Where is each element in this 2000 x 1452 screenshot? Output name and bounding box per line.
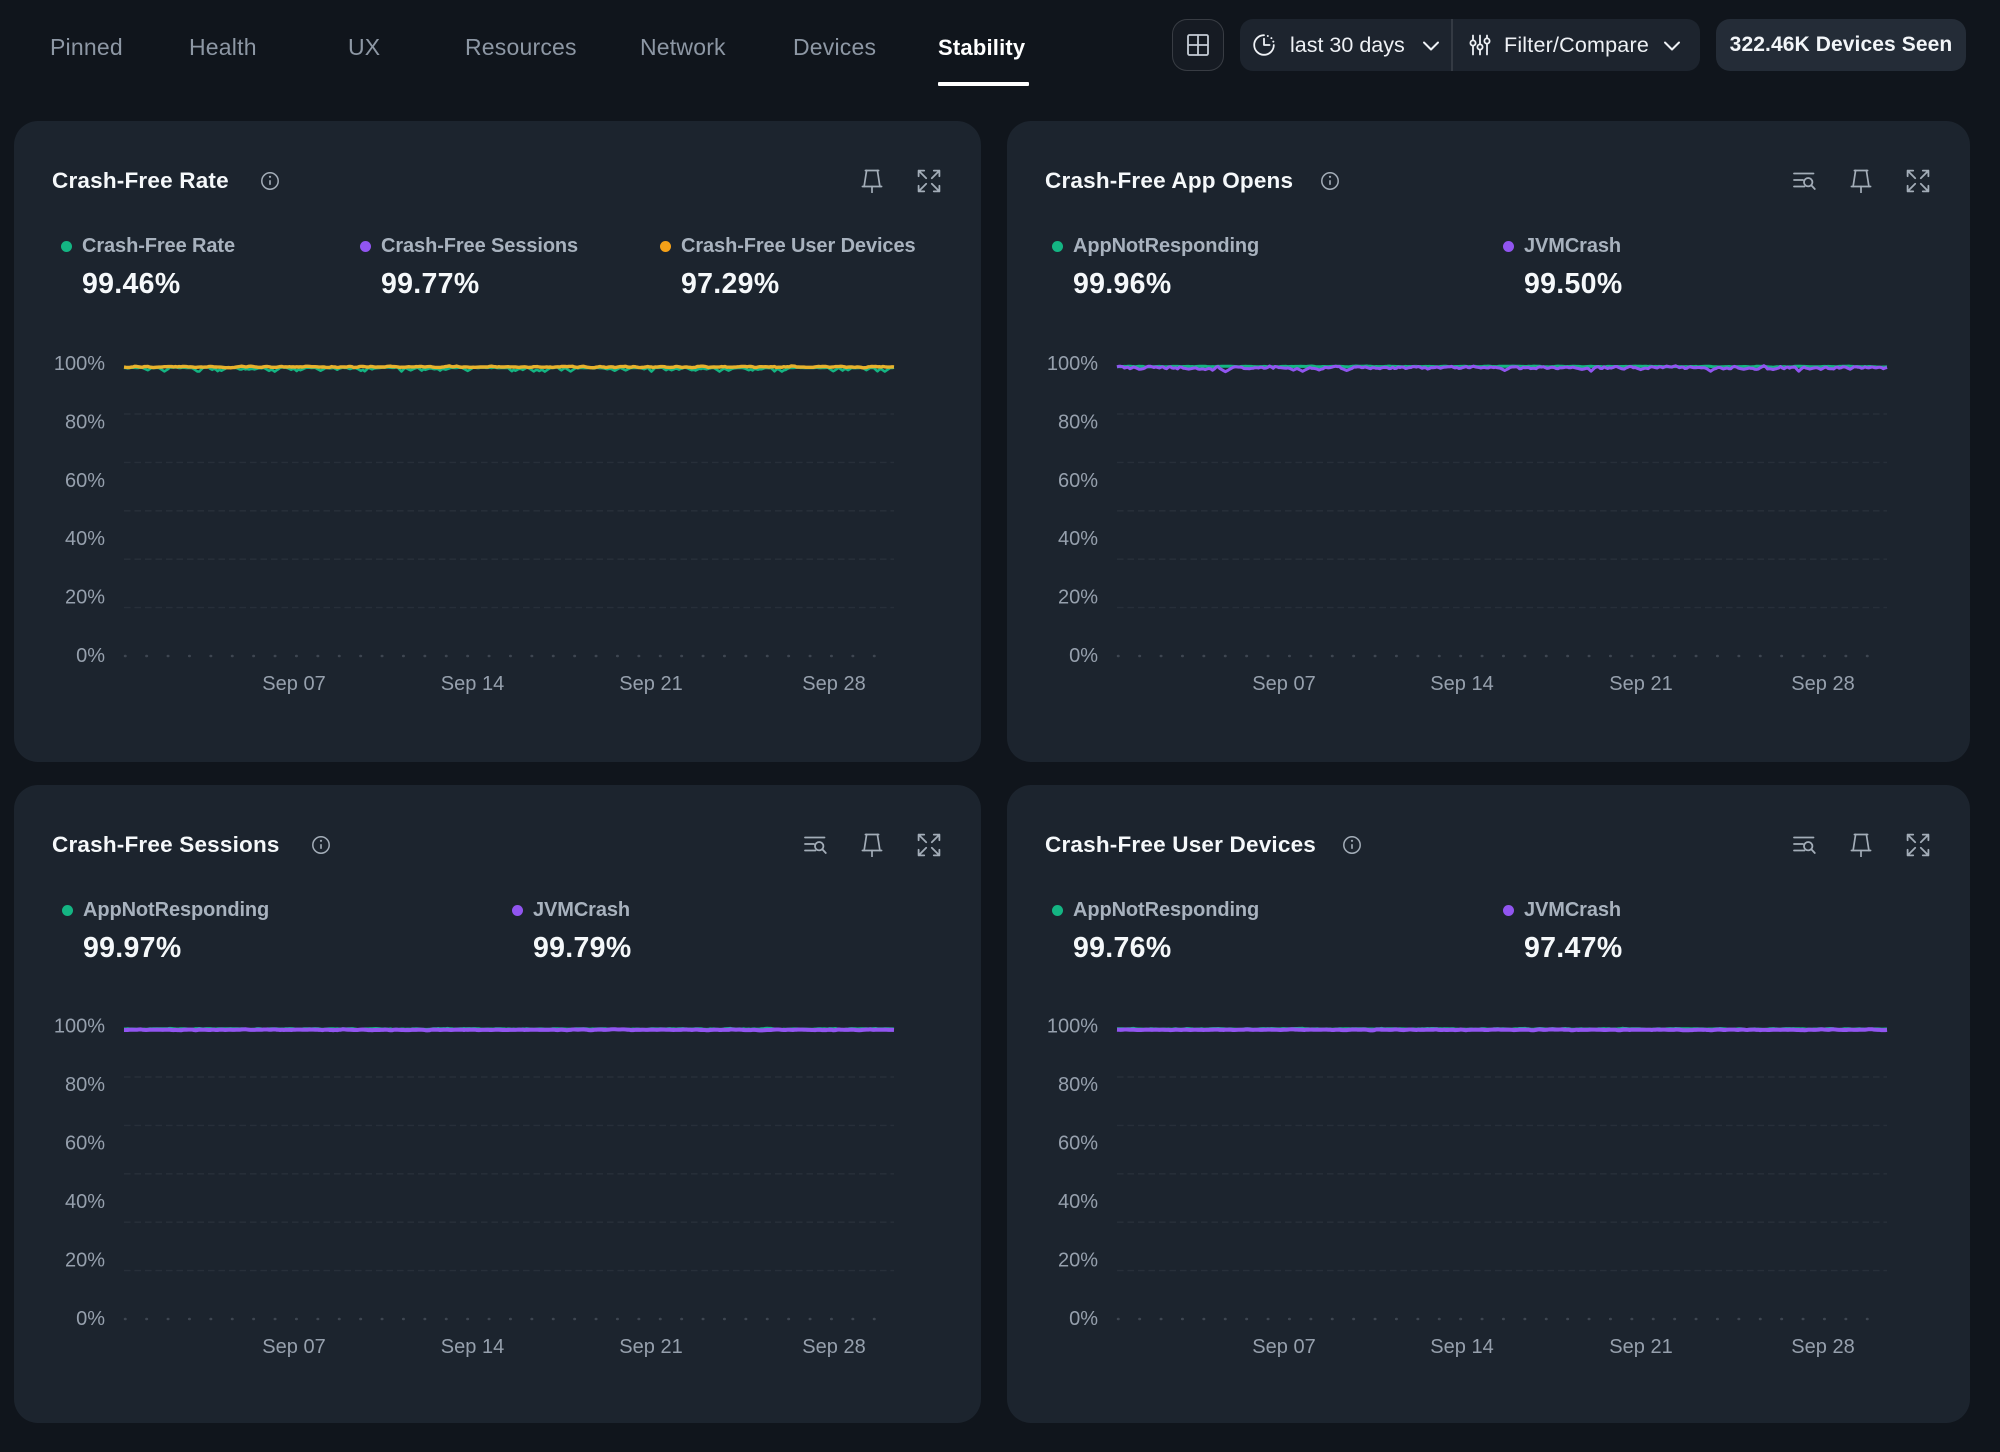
svg-text:Sep 28: Sep 28	[1791, 673, 1854, 695]
svg-text:80%: 80%	[1058, 411, 1098, 433]
svg-text:80%: 80%	[65, 1074, 105, 1096]
svg-text:60%: 60%	[1058, 1133, 1098, 1155]
svg-text:40%: 40%	[1058, 1191, 1098, 1213]
svg-text:Sep 28: Sep 28	[802, 673, 865, 695]
svg-text:Sep 14: Sep 14	[441, 1336, 504, 1358]
svg-text:Sep 28: Sep 28	[1791, 1336, 1854, 1358]
svg-text:0%: 0%	[76, 645, 105, 667]
svg-text:Sep 21: Sep 21	[1609, 1336, 1672, 1358]
svg-text:60%: 60%	[65, 1133, 105, 1155]
svg-text:Sep 21: Sep 21	[619, 1336, 682, 1358]
svg-text:Sep 21: Sep 21	[619, 673, 682, 695]
svg-text:Sep 07: Sep 07	[1252, 673, 1315, 695]
svg-text:Sep 28: Sep 28	[802, 1336, 865, 1358]
svg-text:100%: 100%	[1047, 353, 1098, 375]
svg-text:100%: 100%	[54, 1016, 105, 1038]
svg-text:Sep 14: Sep 14	[441, 673, 504, 695]
svg-text:100%: 100%	[1047, 1016, 1098, 1038]
svg-text:20%: 20%	[1058, 1250, 1098, 1272]
svg-text:Sep 07: Sep 07	[262, 673, 325, 695]
svg-text:40%: 40%	[1058, 528, 1098, 550]
svg-text:Sep 14: Sep 14	[1430, 1336, 1493, 1358]
svg-text:80%: 80%	[65, 411, 105, 433]
svg-text:20%: 20%	[65, 1250, 105, 1272]
svg-text:60%: 60%	[65, 470, 105, 492]
svg-text:40%: 40%	[65, 1191, 105, 1213]
svg-text:Sep 07: Sep 07	[262, 1336, 325, 1358]
svg-text:0%: 0%	[1069, 645, 1098, 667]
svg-text:20%: 20%	[1058, 587, 1098, 609]
svg-text:Sep 14: Sep 14	[1430, 673, 1493, 695]
svg-text:20%: 20%	[65, 587, 105, 609]
svg-text:0%: 0%	[1069, 1308, 1098, 1330]
svg-text:100%: 100%	[54, 353, 105, 375]
svg-text:Sep 07: Sep 07	[1252, 1336, 1315, 1358]
svg-text:0%: 0%	[76, 1308, 105, 1330]
svg-text:Sep 21: Sep 21	[1609, 673, 1672, 695]
svg-text:40%: 40%	[65, 528, 105, 550]
svg-text:60%: 60%	[1058, 470, 1098, 492]
svg-text:80%: 80%	[1058, 1074, 1098, 1096]
